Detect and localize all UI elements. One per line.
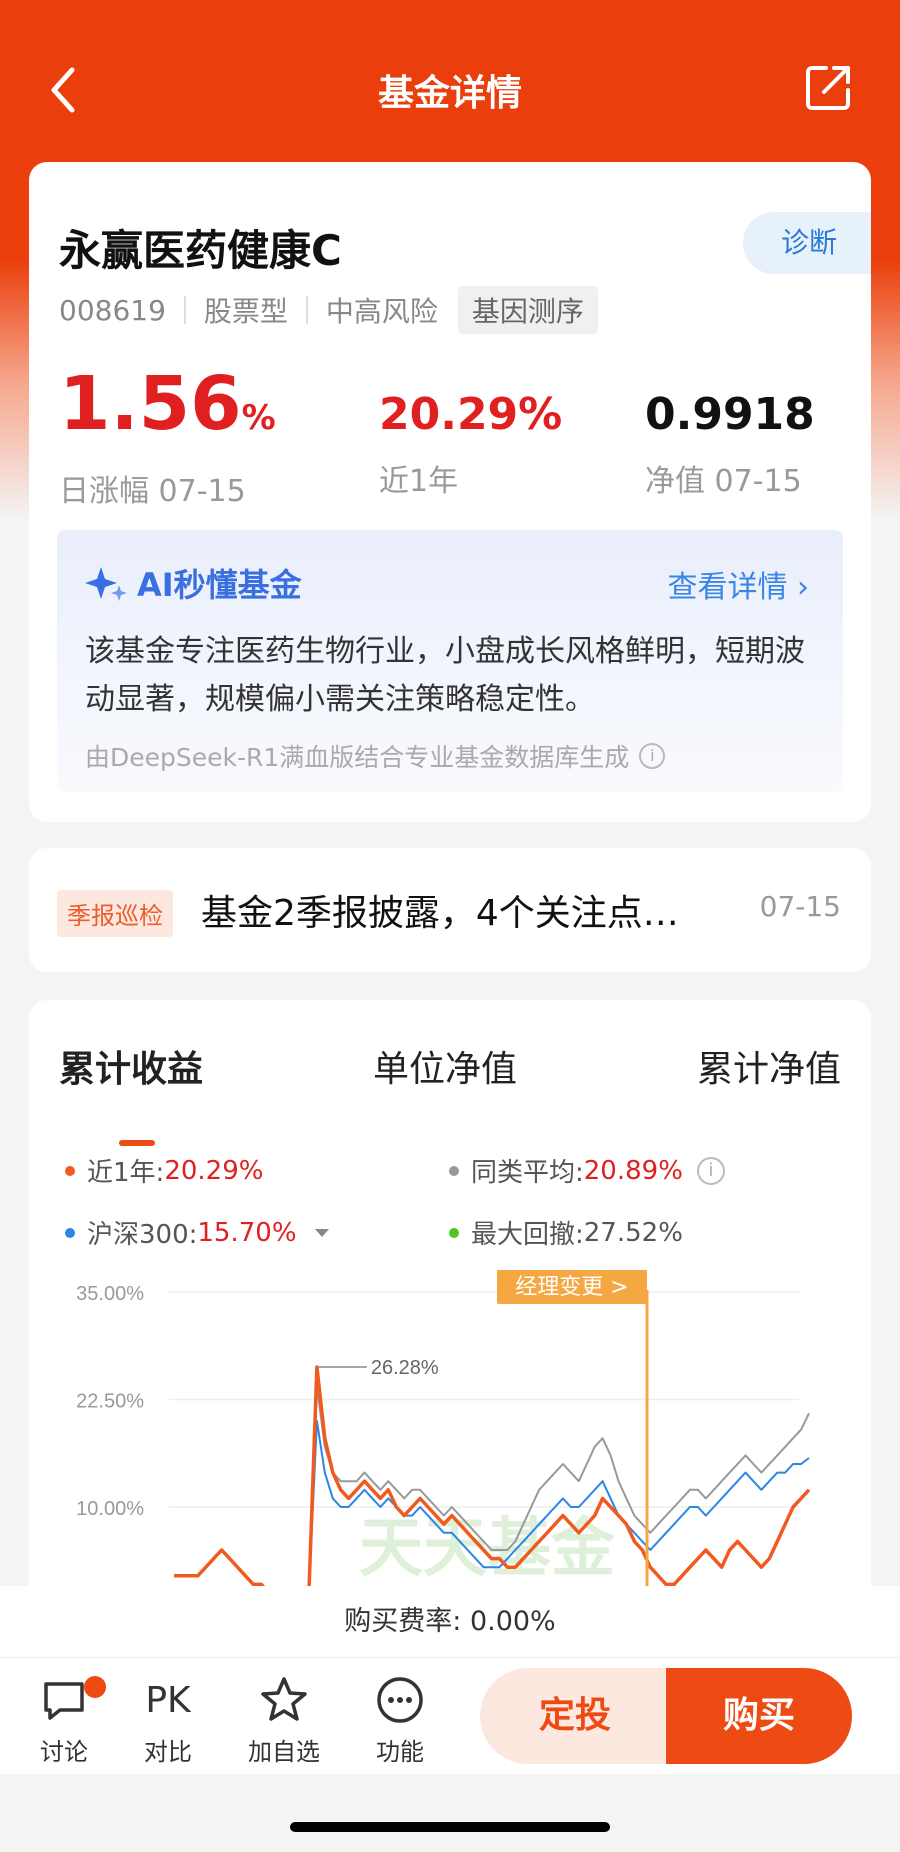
- compare-label: 对比: [144, 1738, 192, 1766]
- legend-fund: 近1年: 20.29%: [65, 1152, 263, 1189]
- fund-code: 008619: [59, 293, 166, 327]
- info-icon[interactable]: i: [696, 1156, 725, 1185]
- diagnose-button[interactable]: 诊断: [743, 212, 871, 274]
- tab-unit-nav[interactable]: 单位净值: [373, 1040, 517, 1092]
- news-text: 基金2季报披露，4个关注点…: [201, 893, 679, 934]
- y-tick-label: 22.50%: [76, 1391, 144, 1413]
- legend-value: 20.89%: [583, 1155, 683, 1186]
- watermark: 天天基金: [359, 1512, 616, 1586]
- daily-change-metric: 1.56% 日涨幅 07-15: [59, 360, 276, 510]
- divider: [183, 296, 186, 324]
- info-icon[interactable]: i: [639, 743, 666, 769]
- legend-value: 20.29%: [164, 1155, 264, 1186]
- legend-dot: [449, 1165, 459, 1176]
- ai-note-text: 由DeepSeek-R1满血版结合专业基金数据库生成: [85, 743, 630, 772]
- tab-cumulative-nav[interactable]: 累计净值: [697, 1040, 841, 1092]
- star-icon: [261, 1677, 307, 1721]
- legend-dot: [65, 1165, 75, 1176]
- tab-underline: [119, 1140, 155, 1146]
- nav-label: 净值 07-15: [645, 464, 802, 499]
- pk-icon: PK: [145, 1679, 191, 1721]
- page-title: 基金详情: [377, 73, 522, 114]
- legend-dot: [65, 1227, 75, 1238]
- share-icon[interactable]: [802, 60, 856, 114]
- more-icon: [377, 1677, 423, 1723]
- ai-summary-box[interactable]: AI秒懂基金 查看详情 › 该基金专注医药生物行业，小盘成长风格鲜明，短期波动显…: [57, 530, 843, 792]
- add-watchlist-button[interactable]: 加自选: [234, 1672, 334, 1767]
- legend-label: 最大回撤:: [471, 1220, 584, 1250]
- chat-bubble-icon: [44, 1682, 84, 1720]
- fee-rate: 购买费率: 0.00%: [0, 1586, 900, 1658]
- discuss-button[interactable]: 讨论: [14, 1672, 114, 1767]
- fund-name: 永赢医药健康C: [59, 226, 342, 275]
- y-tick-label: 10.00%: [76, 1498, 144, 1520]
- nav-bar: 基金详情: [0, 50, 900, 130]
- news-date: 07-15: [759, 890, 841, 923]
- discuss-label: 讨论: [40, 1738, 88, 1766]
- year-return-metric: 20.29% 近1年: [379, 382, 562, 500]
- legend-dot: [449, 1227, 459, 1238]
- tab-cumulative-return[interactable]: 累计收益: [59, 1040, 203, 1092]
- notification-dot: [84, 1676, 106, 1698]
- nav-metric: 0.9918 净值 07-15: [645, 382, 815, 500]
- ai-note: 由DeepSeek-R1满血版结合专业基金数据库生成 i: [85, 738, 666, 774]
- legend-label: 沪深300:: [87, 1220, 198, 1250]
- year-return-label: 近1年: [379, 464, 459, 499]
- legend-label: 同类平均:: [471, 1158, 584, 1188]
- fund-type: 股票型: [203, 295, 288, 328]
- sparkle-icon: [85, 567, 127, 601]
- home-indicator: [290, 1822, 610, 1832]
- divider: [305, 296, 308, 324]
- ai-more-link[interactable]: 查看详情 ›: [667, 562, 809, 606]
- function-label: 功能: [376, 1738, 424, 1766]
- daily-change-value: 1.56: [59, 361, 242, 447]
- y-tick-label: 35.00%: [76, 1283, 144, 1305]
- buy-button[interactable]: 购买: [666, 1668, 852, 1764]
- dropdown-caret-icon[interactable]: [314, 1228, 329, 1237]
- auto-invest-button[interactable]: 定投: [480, 1668, 670, 1764]
- ai-summary-text: 该基金专注医药生物行业，小盘成长风格鲜明，短期波动显著，规模偏小需关注策略稳定性…: [85, 634, 805, 717]
- legend-label: 近1年:: [87, 1158, 165, 1188]
- chart-tabs: 累计收益 单位净值 累计净值: [29, 1040, 871, 1146]
- bottom-action-bar: 讨论 PK 对比 加自选 功能 定投 购买: [0, 1658, 900, 1774]
- news-card[interactable]: 季报巡检 基金2季报披露，4个关注点… 07-15: [29, 848, 871, 972]
- compare-button[interactable]: PK 对比: [118, 1672, 218, 1767]
- fund-tags: 008619 股票型 中高风险 基因测序: [59, 286, 598, 334]
- ai-title: AI秒懂基金: [85, 560, 302, 606]
- fund-summary-card: 永赢医药健康C 诊断 008619 股票型 中高风险 基因测序 1.56% 日涨…: [29, 162, 871, 822]
- gene-tag[interactable]: 基因测序: [457, 286, 598, 334]
- manager-change-label: 经理变更 >: [515, 1275, 628, 1300]
- legend-hs300[interactable]: 沪深300: 15.70%: [65, 1214, 329, 1251]
- fund-risk: 中高风险: [325, 295, 438, 328]
- legend-value: 15.70%: [197, 1217, 297, 1248]
- legend-value: 27.52%: [583, 1217, 683, 1248]
- legend-drawdown: 最大回撤: 27.52%: [449, 1214, 683, 1251]
- add-label: 加自选: [248, 1738, 320, 1766]
- return-chart[interactable]: 35.00% 22.50% 10.00% 天天基金 26.28% 经理变更 >: [29, 1270, 871, 1586]
- nav-value: 0.9918: [645, 389, 815, 440]
- ai-title-text: AI秒懂基金: [137, 566, 302, 604]
- function-button[interactable]: 功能: [350, 1672, 450, 1767]
- daily-change-label: 日涨幅 07-15: [59, 474, 246, 509]
- news-badge: 季报巡检: [57, 890, 173, 937]
- legend-peer: 同类平均: 20.89% i: [449, 1152, 725, 1189]
- peak-label: 26.28%: [371, 1357, 439, 1379]
- daily-change-unit: %: [241, 398, 276, 438]
- year-return-value: 20.29%: [379, 389, 563, 440]
